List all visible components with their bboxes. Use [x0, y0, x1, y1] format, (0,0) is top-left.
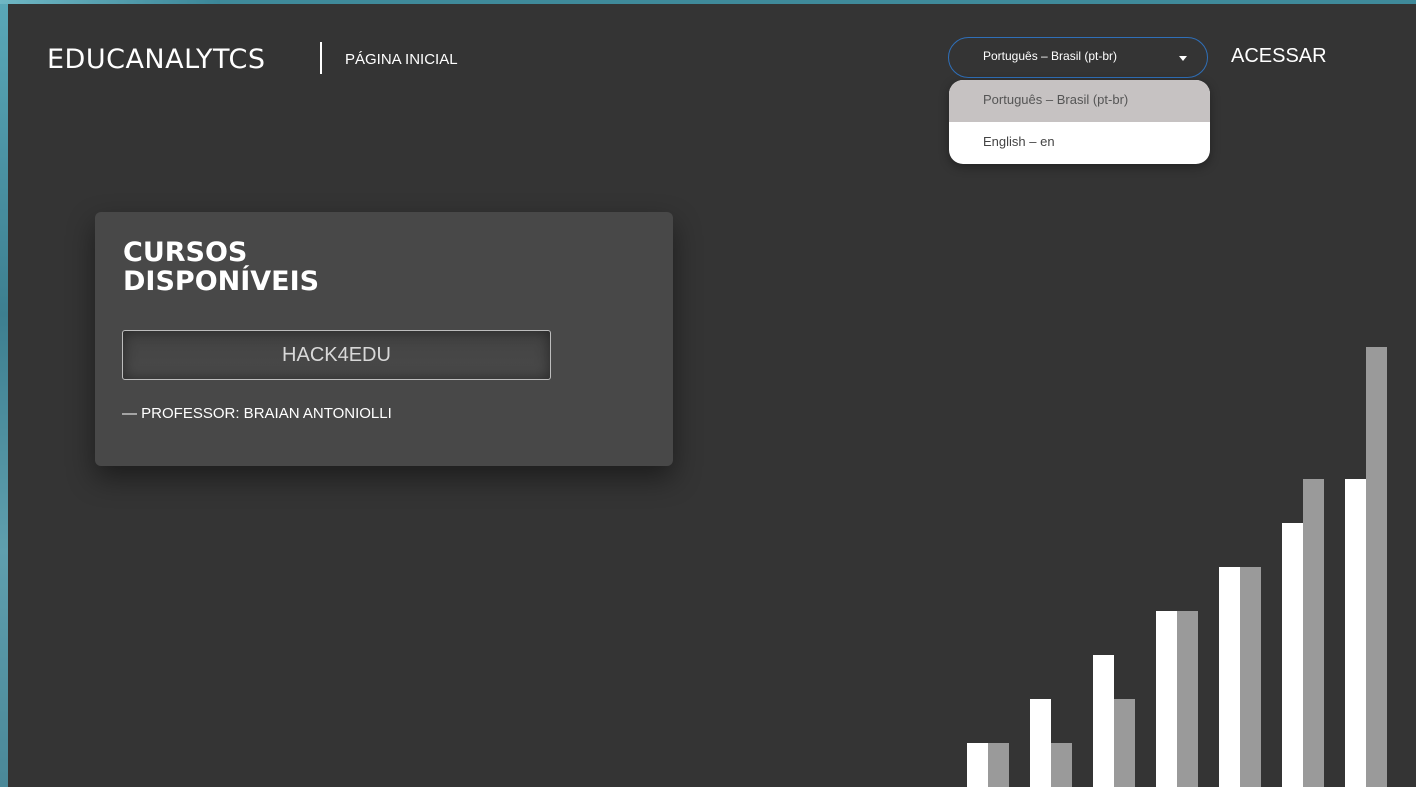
language-option-en[interactable]: English ‒ en [949, 122, 1210, 164]
chart-bar-white-3 [1093, 655, 1114, 787]
chart-bar-white-6 [1282, 523, 1303, 787]
chart-bar-white-4 [1156, 611, 1177, 787]
course-button-hack4edu[interactable]: HACK4EDU [122, 330, 551, 380]
app-window: EDUCANALYTCS PÁGINA INICIAL Português ‒ … [8, 4, 1416, 787]
chart-bar-white-7 [1345, 479, 1366, 787]
home-link[interactable]: PÁGINA INICIAL [345, 51, 458, 68]
chart-bar-gray-1 [988, 743, 1009, 787]
chart-bar-white-2 [1030, 699, 1051, 787]
decorative-bar-chart [967, 347, 1387, 787]
language-select-value: Português ‒ Brasil (pt-br) [983, 49, 1118, 63]
language-select[interactable]: Português ‒ Brasil (pt-br) [948, 37, 1208, 78]
language-dropdown-menu: Português ‒ Brasil (pt-br) English ‒ en [949, 80, 1210, 164]
courses-title-line1: CURSOS [123, 237, 248, 268]
chart-bar-gray-3 [1114, 699, 1135, 787]
courses-card: CURSOS DISPONÍVEIS HACK4EDU — PROFESSOR:… [95, 212, 673, 466]
brand-logo[interactable]: EDUCANALYTCS [47, 44, 265, 75]
language-option-pt-br[interactable]: Português ‒ Brasil (pt-br) [949, 80, 1210, 122]
courses-title-line2: DISPONÍVEIS [123, 266, 320, 297]
chart-bar-gray-6 [1303, 479, 1324, 787]
desktop-background [0, 0, 8, 787]
chevron-down-icon [1179, 56, 1187, 61]
chart-bar-white-1 [967, 743, 988, 787]
chart-bar-white-5 [1219, 567, 1240, 787]
chart-bar-gray-4 [1177, 611, 1198, 787]
courses-card-title: CURSOS DISPONÍVEIS [123, 238, 423, 296]
course-teacher: — PROFESSOR: BRAIAN ANTONIOLLI [122, 405, 392, 422]
header-divider [320, 42, 322, 74]
chart-bar-gray-7 [1366, 347, 1387, 787]
chart-bar-gray-5 [1240, 567, 1261, 787]
chart-bar-gray-2 [1051, 743, 1072, 787]
login-link[interactable]: ACESSAR [1231, 45, 1327, 68]
